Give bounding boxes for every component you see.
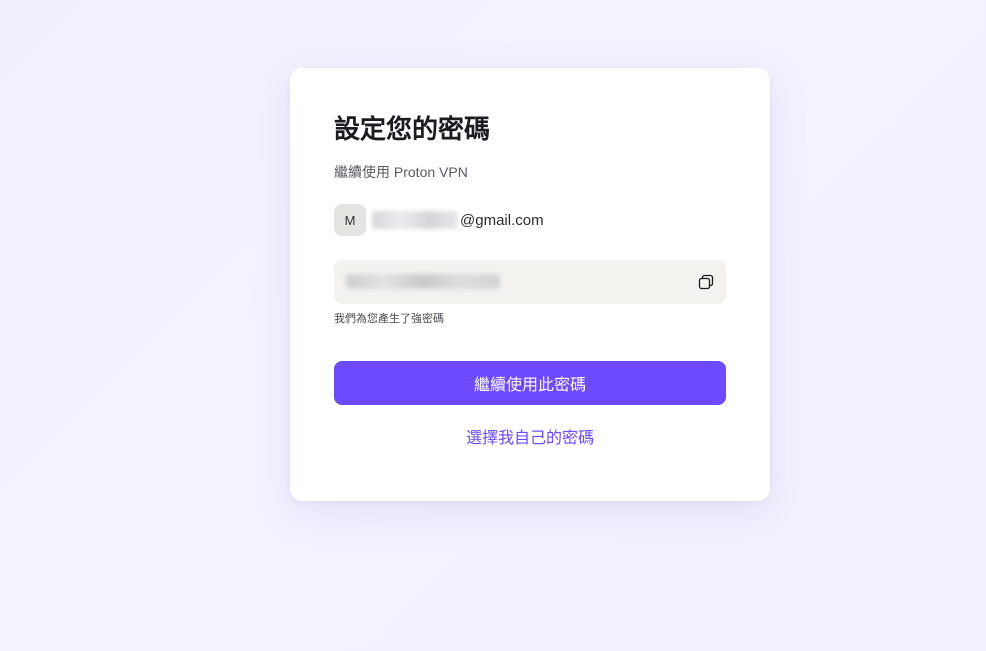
page-subtitle: 繼續使用 Proton VPN [334,164,468,180]
account-email: @gmail.com [372,211,544,229]
generated-password-field[interactable] [334,260,726,304]
password-hint: 我們為您產生了強密碼 [334,313,444,325]
account-row: M @gmail.com [334,204,544,236]
copy-icon [698,274,714,290]
continue-with-password-button[interactable]: 繼續使用此密碼 [334,361,726,405]
choose-own-password-link[interactable]: 選擇我自己的密碼 [334,424,726,448]
setup-password-card: 設定您的密碼 繼續使用 Proton VPN M @gmail.com 我們為您… [290,68,770,501]
password-redacted [346,274,500,289]
avatar: M [334,204,366,236]
page-title: 設定您的密碼 [334,114,491,144]
copy-password-button[interactable] [694,270,718,294]
email-redacted [372,211,458,229]
email-domain: @gmail.com [460,211,544,229]
